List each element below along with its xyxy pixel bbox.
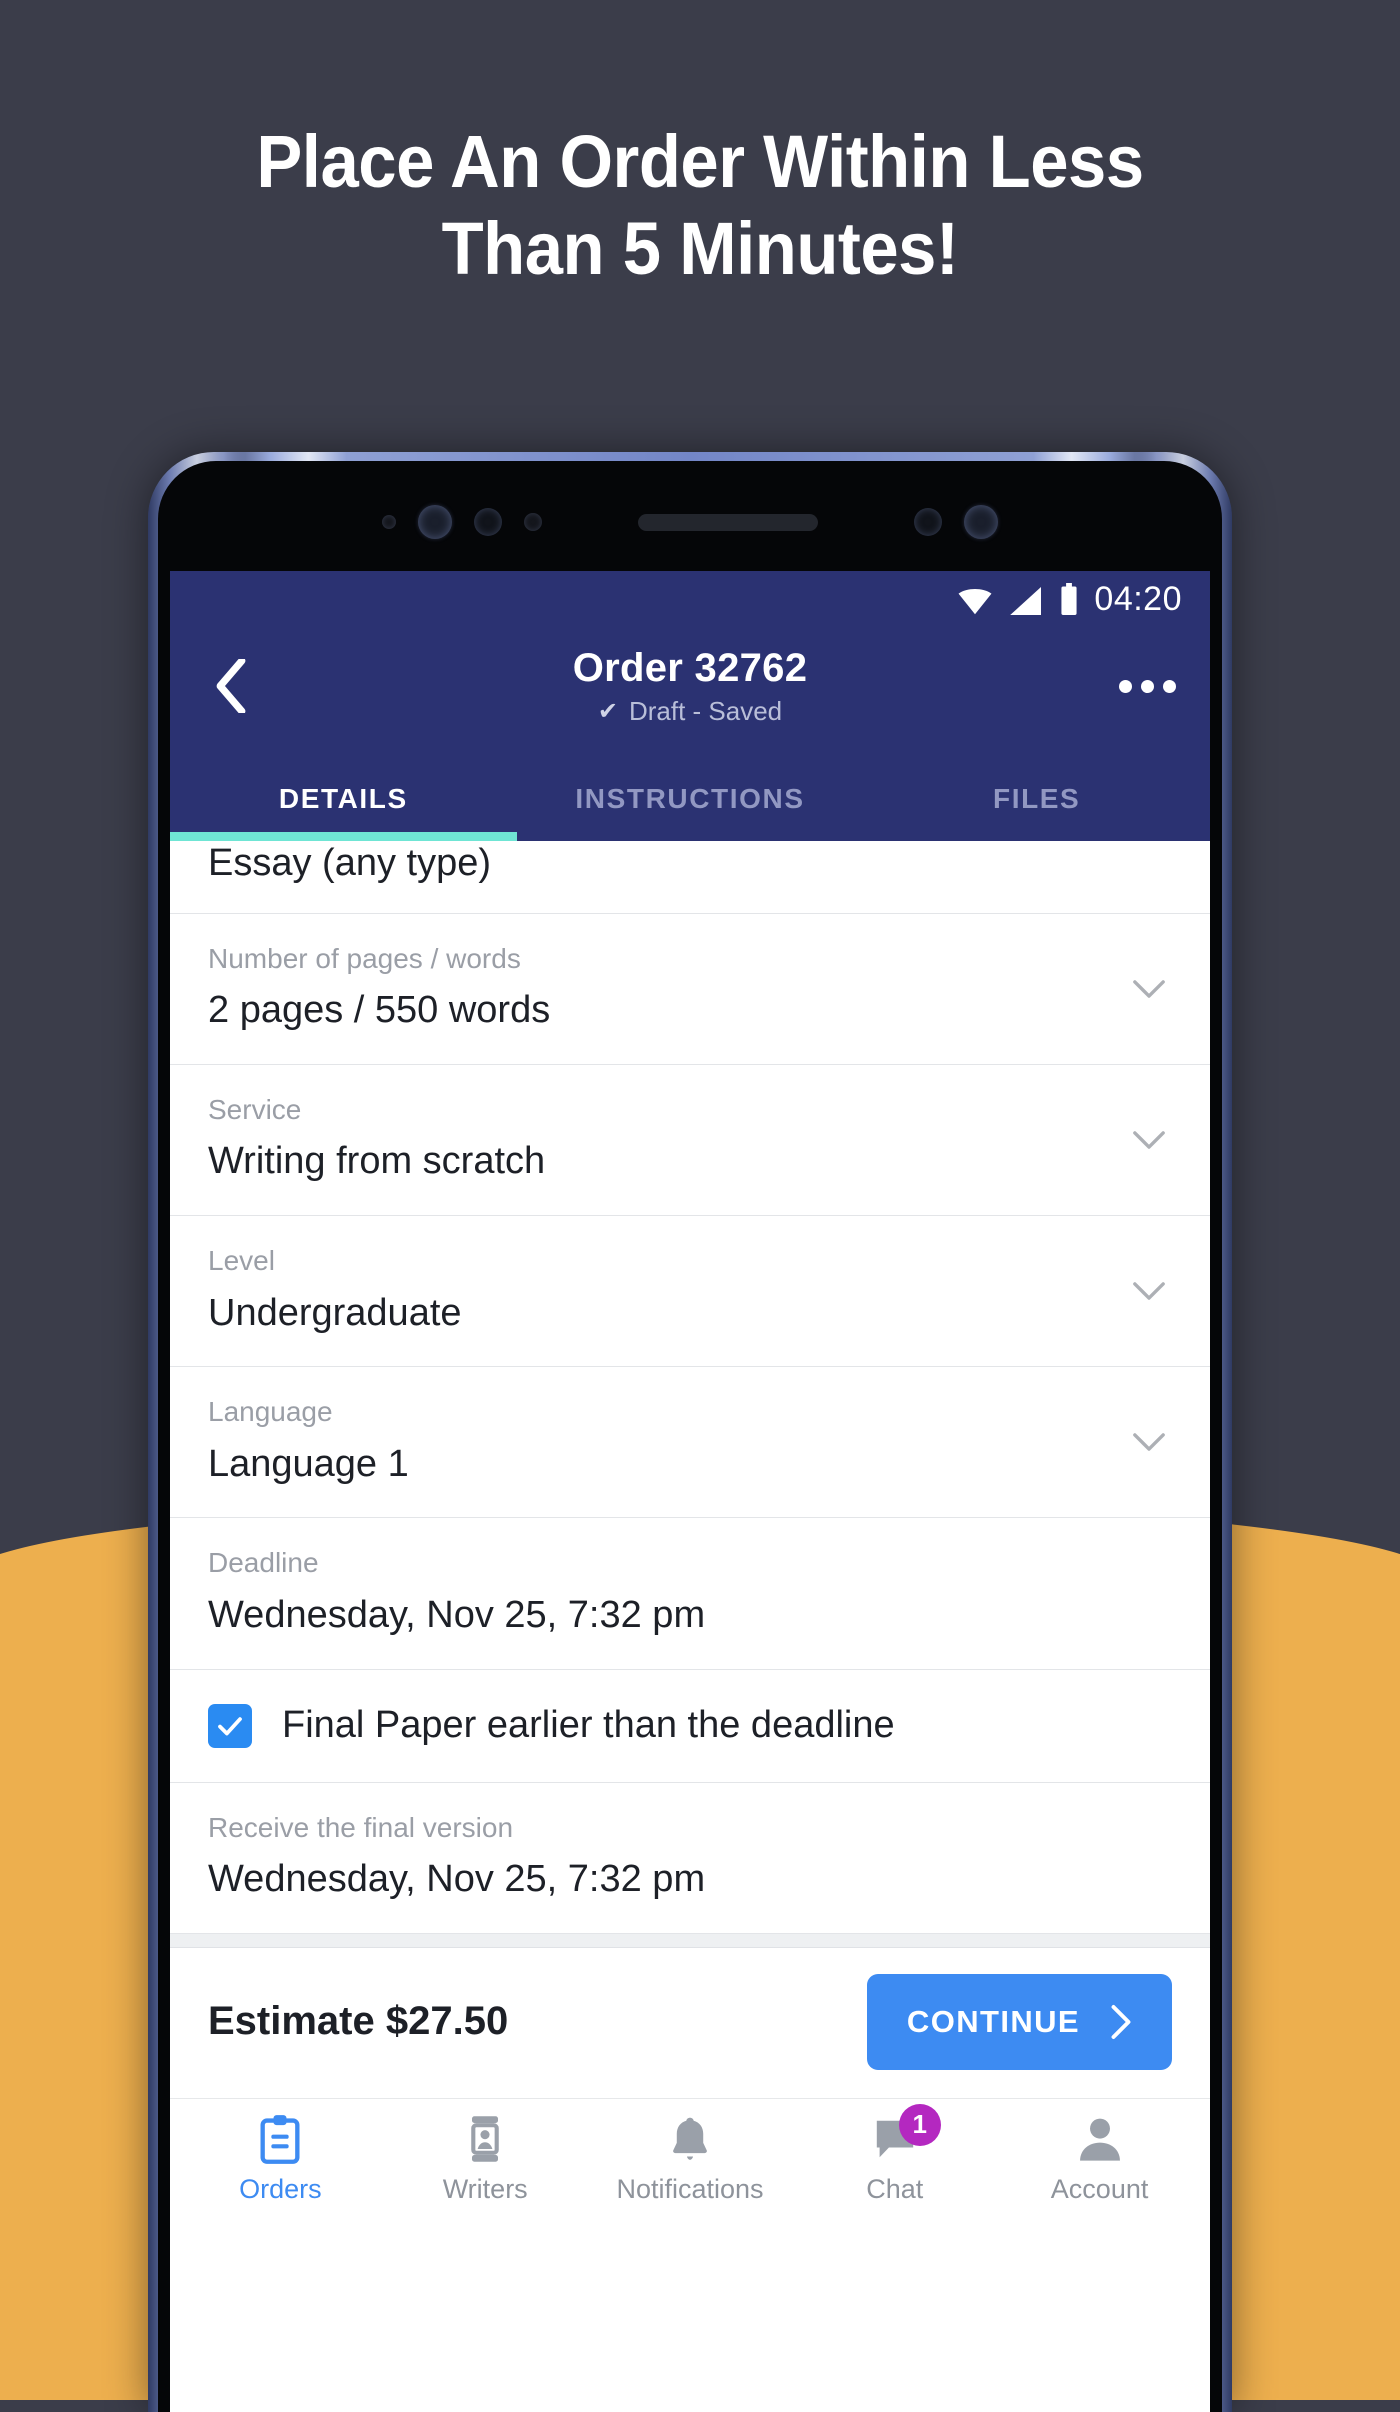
chevron-down-icon[interactable] xyxy=(1132,1425,1166,1459)
front-camera-icon xyxy=(418,505,452,539)
nav-label-writers: Writers xyxy=(442,2173,528,2204)
overflow-menu-icon xyxy=(1163,679,1176,693)
field-receive-final-version[interactable]: Receive the final version Wednesday, Nov… xyxy=(170,1783,1210,1934)
light-sensor-icon xyxy=(382,515,396,529)
checkmark-icon xyxy=(218,1716,242,1735)
person-icon xyxy=(1079,2118,1120,2161)
promo-headline: Place An Order Within Less Than 5 Minute… xyxy=(49,118,1351,293)
secondary-sensor-icon xyxy=(914,508,942,536)
field-language[interactable]: Language Language 1 xyxy=(170,1367,1210,1519)
battery-icon xyxy=(1061,583,1077,615)
overflow-menu-button[interactable] xyxy=(1119,679,1176,693)
field-language-value: Language 1 xyxy=(208,1442,409,1485)
phone-mockup: 04:20 Order 32762 ✔ Draft - Saved DETAIL… xyxy=(148,452,1232,2412)
nav-item-notifications[interactable]: Notifications xyxy=(588,2113,793,2205)
android-status-bar: 04:20 xyxy=(170,571,1210,627)
field-service-value: Writing from scratch xyxy=(208,1140,546,1183)
field-paper-type[interactable]: Essay (any type) xyxy=(170,841,1210,914)
field-deadline-label: Deadline xyxy=(208,1547,319,1579)
app-title-bar: Order 32762 ✔ Draft - Saved xyxy=(170,627,1210,745)
section-divider xyxy=(170,1933,1210,1948)
field-level-value: Undergraduate xyxy=(208,1291,462,1334)
final-paper-earlier-checkbox[interactable] xyxy=(208,1703,252,1748)
field-pages-words-value: 2 pages / 550 words xyxy=(208,989,551,1032)
chevron-down-icon[interactable] xyxy=(1132,972,1166,1006)
order-status-text: Draft - Saved xyxy=(628,695,783,726)
headline-line-2: Than 5 Minutes! xyxy=(441,207,959,291)
back-button[interactable] xyxy=(204,659,258,713)
estimate-total: Estimate $27.50 xyxy=(208,1999,509,2044)
bell-icon xyxy=(673,2117,707,2160)
order-details-list: Essay (any type) Number of pages / words… xyxy=(170,841,1210,1948)
chevron-left-icon xyxy=(216,659,246,713)
phone-bezel: 04:20 Order 32762 ✔ Draft - Saved DETAIL… xyxy=(158,461,1222,2412)
signal-icon xyxy=(1010,587,1042,615)
bottom-navigation: Orders Writers Notifications 1 Chat Acco… xyxy=(170,2097,1210,2225)
overflow-menu-icon xyxy=(1141,679,1154,693)
tab-instructions[interactable]: INSTRUCTIONS xyxy=(517,783,864,841)
wifi-icon xyxy=(958,589,992,615)
continue-button[interactable]: CONTINUE xyxy=(866,1973,1172,2070)
led-indicator-icon xyxy=(964,505,998,539)
phone-sensor-strip xyxy=(158,485,1222,559)
nav-item-account[interactable]: Account xyxy=(997,2113,1202,2205)
field-pages-words[interactable]: Number of pages / words 2 pages / 550 wo… xyxy=(170,914,1210,1065)
field-service-label: Service xyxy=(208,1093,302,1125)
title-block: Order 32762 ✔ Draft - Saved xyxy=(170,627,1210,745)
nav-label-account: Account xyxy=(1050,2173,1149,2204)
check-icon: ✔ xyxy=(597,697,618,725)
estimate-bar: Estimate $27.50 CONTINUE xyxy=(170,1947,1210,2098)
field-pages-words-label: Number of pages / words xyxy=(208,942,521,974)
overflow-menu-icon xyxy=(1119,679,1132,693)
contact-card-icon xyxy=(471,2115,499,2162)
clipboard-icon xyxy=(260,2114,300,2164)
active-tab-indicator xyxy=(170,832,517,841)
tab-files[interactable]: FILES xyxy=(863,783,1210,841)
phone-screen: 04:20 Order 32762 ✔ Draft - Saved DETAIL… xyxy=(170,571,1210,2412)
final-paper-earlier-label: Final Paper earlier than the deadline xyxy=(282,1704,895,1747)
field-deadline[interactable]: Deadline Wednesday, Nov 25, 7:32 pm xyxy=(170,1518,1210,1670)
nav-label-chat: Chat xyxy=(866,2173,924,2204)
nav-label-orders: Orders xyxy=(239,2173,322,2204)
headline-line-1: Place An Order Within Less xyxy=(256,120,1144,203)
tab-bar: DETAILS INSTRUCTIONS FILES xyxy=(170,745,1210,841)
final-paper-earlier-checkbox-row[interactable]: Final Paper earlier than the deadline xyxy=(170,1670,1210,1783)
page-title: Order 32762 xyxy=(572,645,808,690)
status-bar-time: 04:20 xyxy=(1094,579,1182,618)
field-language-label: Language xyxy=(208,1396,333,1428)
field-level-label: Level xyxy=(208,1244,275,1276)
chevron-down-icon[interactable] xyxy=(1132,1123,1166,1157)
nav-label-notifications: Notifications xyxy=(616,2173,764,2204)
proximity-sensor-icon xyxy=(524,513,542,531)
earpiece-speaker xyxy=(638,513,818,531)
field-service[interactable]: Service Writing from scratch xyxy=(170,1065,1210,1216)
continue-button-label: CONTINUE xyxy=(906,2003,1080,2039)
chevron-right-icon xyxy=(1111,2004,1131,2039)
field-deadline-value: Wednesday, Nov 25, 7:32 pm xyxy=(208,1593,706,1636)
app-header: 04:20 Order 32762 ✔ Draft - Saved DETAIL… xyxy=(170,571,1210,841)
order-status: ✔ Draft - Saved xyxy=(598,696,782,727)
nav-item-chat[interactable]: 1 Chat xyxy=(792,2103,997,2205)
chat-unread-badge: 1 xyxy=(898,2103,941,2146)
field-level[interactable]: Level Undergraduate xyxy=(170,1216,1210,1368)
chevron-down-icon[interactable] xyxy=(1132,1274,1166,1308)
nav-item-writers[interactable]: Writers xyxy=(383,2113,588,2205)
nav-item-orders[interactable]: Orders xyxy=(178,2113,383,2205)
field-receive-final-version-value: Wednesday, Nov 25, 7:32 pm xyxy=(208,1858,706,1901)
field-receive-final-version-label: Receive the final version xyxy=(208,1811,514,1843)
iris-scanner-icon xyxy=(474,508,502,536)
field-paper-type-value: Essay (any type) xyxy=(208,842,491,884)
